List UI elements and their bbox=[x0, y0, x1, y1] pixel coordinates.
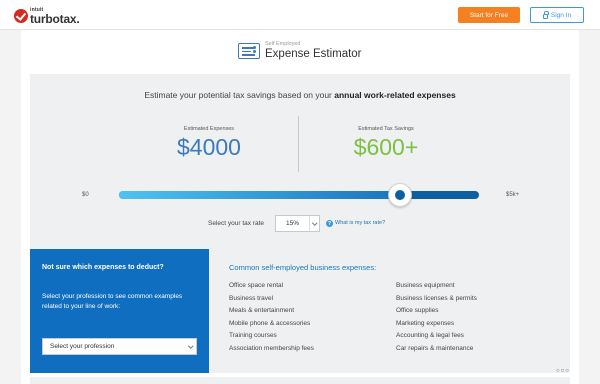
list-item: Meals & entertainment bbox=[229, 307, 295, 314]
bottom-strip bbox=[30, 377, 570, 384]
tax-rate-help-link[interactable]: What is my tax rate? bbox=[335, 220, 385, 226]
start-for-free-button[interactable]: Start for Free bbox=[458, 7, 520, 23]
estimated-expenses-label: Estimated Expenses bbox=[183, 126, 235, 132]
calculator-sliders-icon bbox=[238, 43, 260, 59]
title-heading: Expense Estimator bbox=[265, 47, 362, 60]
tax-rate-value: 15% bbox=[286, 220, 300, 227]
chevron-down-icon bbox=[186, 339, 196, 354]
title-subtitle: Self Employed bbox=[265, 41, 301, 47]
estimated-savings-value: $600+ bbox=[353, 134, 419, 160]
profession-select-value: Select your profession bbox=[50, 343, 115, 350]
expense-slider-handle[interactable] bbox=[387, 183, 412, 207]
list-item: Business travel bbox=[229, 294, 274, 302]
tax-rate-select[interactable]: 15% bbox=[275, 215, 320, 232]
sign-in-button[interactable]: Sign In bbox=[530, 7, 584, 23]
turbotax-logo[interactable]: intuit turbotax. bbox=[14, 7, 80, 25]
estimator-panel: Estimate your potential tax savings base… bbox=[30, 74, 570, 273]
slider-max-label: $5k+ bbox=[506, 192, 520, 198]
sign-in-label: Sign In bbox=[550, 11, 572, 19]
list-item: Office supplies bbox=[396, 307, 439, 314]
estimated-savings-label: Estimated Tax Savings bbox=[358, 126, 414, 132]
chevron-down-icon bbox=[309, 216, 319, 231]
expense-slider-fill bbox=[119, 191, 400, 199]
list-item: Accounting & legal fees bbox=[396, 332, 464, 339]
profession-panel-description: Select your profession to see common exa… bbox=[42, 293, 183, 310]
checkmark-icon bbox=[14, 9, 28, 23]
logo-name-text: turbotax. bbox=[30, 11, 80, 26]
lock-icon bbox=[542, 10, 549, 19]
page-title: Self Employed Expense Estimator bbox=[238, 40, 362, 62]
tax-rate-label: Select your tax rate bbox=[208, 220, 264, 227]
common-expenses-title: Common self-employed business expenses: bbox=[229, 263, 377, 272]
list-item: Mobile phone & accessories bbox=[229, 319, 311, 327]
list-item: Association membership fees bbox=[229, 344, 314, 352]
slider-min-label: $0 bbox=[82, 192, 89, 198]
estimator-heading: Estimate your potential tax savings base… bbox=[144, 90, 456, 100]
list-item: Business equipment bbox=[396, 282, 455, 289]
list-item: Training courses bbox=[229, 332, 277, 339]
expenses-list-left: Office space rental Business travel Meal… bbox=[229, 280, 314, 355]
common-expenses-panel: Common self-employed business expenses: … bbox=[209, 249, 570, 373]
profession-select[interactable]: Select your profession bbox=[42, 338, 197, 355]
main-content: Self Employed Expense Estimator Estimate… bbox=[21, 30, 579, 384]
chat-icon[interactable]: ○○○ bbox=[556, 368, 570, 374]
estimated-expenses-value: $4000 bbox=[177, 134, 241, 160]
expense-slider-track[interactable] bbox=[119, 191, 479, 199]
list-item: Office space rental bbox=[229, 282, 284, 289]
list-item: Car repairs & maintenance bbox=[396, 344, 474, 352]
profession-panel-title: Not sure which expenses to deduct? bbox=[42, 264, 164, 271]
site-header: intuit turbotax. Start for Free Sign In bbox=[0, 0, 600, 30]
divider bbox=[298, 116, 299, 172]
profession-panel: Not sure which expenses to deduct? Selec… bbox=[30, 249, 209, 373]
list-item: Marketing expenses bbox=[396, 319, 455, 327]
help-icon[interactable]: ? bbox=[326, 220, 333, 227]
list-item: Business licenses & permits bbox=[396, 294, 477, 302]
expenses-list-right: Business equipment Business licenses & p… bbox=[396, 280, 477, 355]
